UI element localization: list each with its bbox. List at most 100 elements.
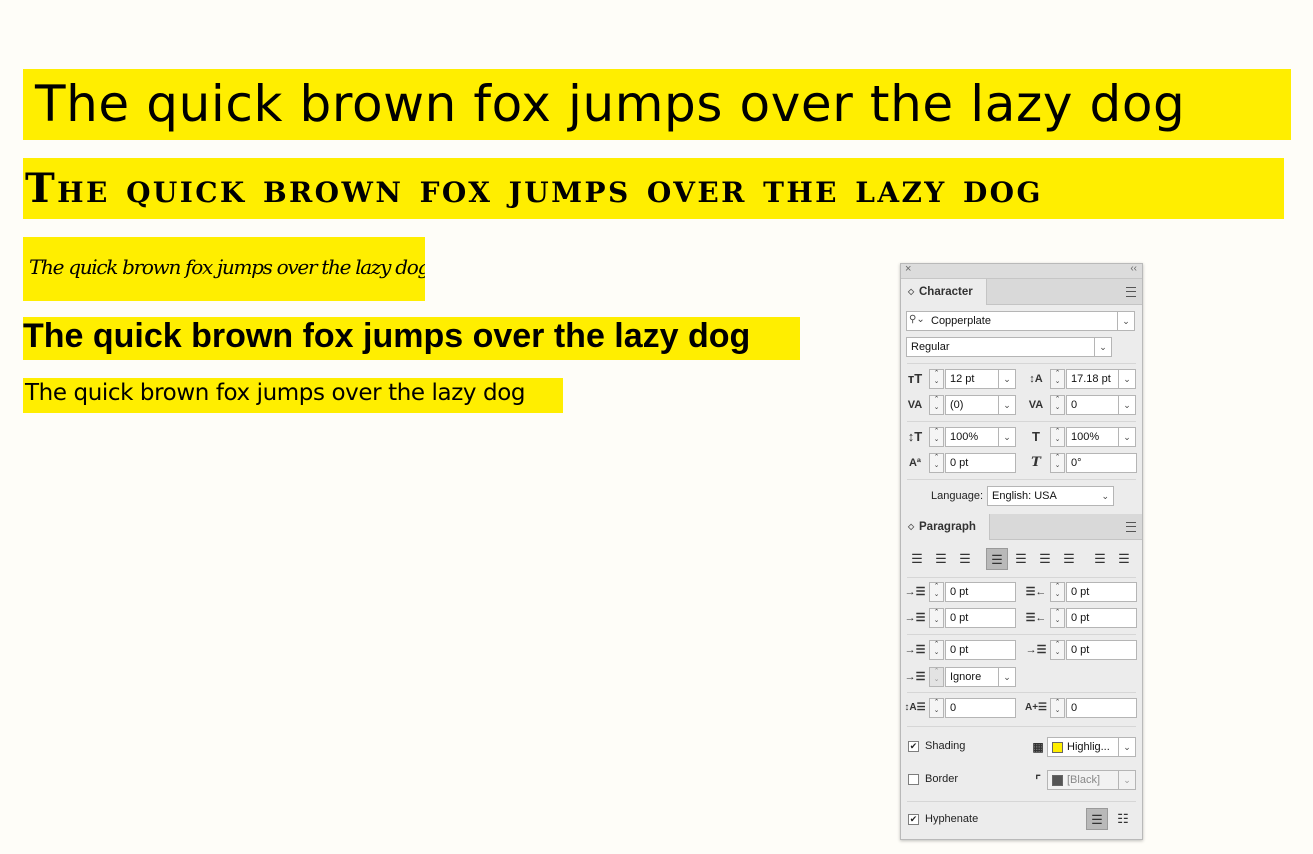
sample-text-4[interactable]: The quick brown fox jumps over the lazy … [23, 317, 800, 360]
border-style-icon[interactable]: ⌜ [1027, 771, 1049, 789]
font-size-field[interactable]: 12 pt [945, 369, 1000, 389]
font-size-icon: ᴛT [907, 371, 923, 386]
drop-cap-chars-icon: A+☰ [1025, 702, 1048, 713]
skew-icon: T [1031, 455, 1041, 470]
drop-cap-lines-stepper[interactable]: ⌃ ⌄ [929, 698, 944, 718]
baseline-shift-field[interactable]: 0 pt [945, 453, 1016, 473]
border-label: Border [925, 773, 959, 785]
font-family-field[interactable]: Copperplate [906, 311, 1118, 331]
space-after-stepper[interactable]: ⌃ ⌄ [1050, 640, 1065, 660]
panel-titlebar: × ‹‹ [901, 263, 1142, 279]
vertical-scale-field[interactable]: 100% [945, 427, 1000, 447]
character-paragraph-panel: × ‹‹ ◇ Character Copperplate ⚲⌄ ⌄ Regula… [900, 263, 1143, 840]
right-indent-icon: ☰← [1025, 586, 1047, 598]
kerning-stepper[interactable]: ⌃ ⌄ [929, 395, 944, 415]
hyphenate-checkbox[interactable]: ✔ [908, 814, 919, 825]
shading-color-swatch [1052, 742, 1063, 753]
border-color-value: [Black] [1067, 774, 1101, 786]
horizontal-scale-field[interactable]: 100% [1066, 427, 1121, 447]
sample-text-5[interactable]: The quick brown fox jumps over the lazy … [23, 378, 563, 413]
align-to-grid-dropdown[interactable]: ⌄ [998, 667, 1016, 687]
space-before-field[interactable]: 0 pt [945, 640, 1016, 660]
horizontal-scale-stepper[interactable]: ⌃ ⌄ [1050, 427, 1065, 447]
leading-dropdown[interactable]: ⌄ [1118, 369, 1136, 389]
shading-color-dropdown[interactable]: ⌄ [1118, 737, 1136, 757]
border-color-dropdown[interactable]: ⌄ [1118, 770, 1136, 790]
baseline-shift-stepper[interactable]: ⌃ ⌄ [929, 453, 944, 473]
right-indent-stepper[interactable]: ⌃ ⌄ [1050, 582, 1065, 602]
paragraph-composer-button[interactable]: ☷ [1112, 808, 1134, 830]
panel-menu-icon[interactable] [1126, 287, 1136, 297]
kerning-icon: VA [907, 399, 923, 411]
tab-toggle-icon: ◇ [908, 522, 915, 531]
tracking-field[interactable]: 0 [1066, 395, 1121, 415]
left-indent-icon: →☰ [904, 586, 926, 598]
drop-cap-chars-field[interactable]: 0 [1066, 698, 1137, 718]
font-style-field[interactable]: Regular [906, 337, 1095, 357]
font-size-dropdown[interactable]: ⌄ [998, 369, 1016, 389]
kerning-field[interactable]: (0) [945, 395, 1000, 415]
last-line-indent-stepper[interactable]: ⌃ ⌄ [1050, 608, 1065, 628]
space-before-stepper[interactable]: ⌃ ⌄ [929, 640, 944, 660]
align-left-button[interactable]: ☰ [906, 548, 928, 570]
leading-stepper[interactable]: ⌃ ⌄ [1050, 369, 1065, 389]
font-style-dropdown[interactable]: ⌄ [1094, 337, 1112, 357]
justify-right-button[interactable]: ☰ [1034, 548, 1056, 570]
border-color-swatch [1052, 775, 1063, 786]
sample-text-2[interactable]: The quick brown fox jumps over the lazy … [23, 158, 1284, 219]
align-to-grid-field[interactable]: Ignore [945, 667, 1000, 687]
font-size-stepper[interactable]: ⌃ ⌄ [929, 369, 944, 389]
align-center-button[interactable]: ☰ [930, 548, 952, 570]
left-indent-stepper[interactable]: ⌃ ⌄ [929, 582, 944, 602]
language-select[interactable]: English: USA ⌄ [987, 486, 1114, 506]
horizontal-scale-dropdown[interactable]: ⌄ [1118, 427, 1136, 447]
shading-checkbox[interactable]: ✔ [908, 741, 919, 752]
tracking-dropdown[interactable]: ⌄ [1118, 395, 1136, 415]
search-icon[interactable]: ⚲⌄ [909, 314, 925, 325]
last-line-indent-icon: ☰← [1025, 612, 1047, 624]
tab-character-label: Character [919, 286, 973, 298]
vertical-scale-stepper[interactable]: ⌃ ⌄ [929, 427, 944, 447]
leading-icon: ↕A [1029, 373, 1043, 385]
drop-cap-lines-field[interactable]: 0 [945, 698, 1016, 718]
align-to-grid-stepper[interactable]: ⌃ ⌄ [929, 667, 944, 687]
left-indent-field[interactable]: 0 pt [945, 582, 1016, 602]
tab-paragraph-label: Paragraph [919, 521, 976, 533]
justify-all-button[interactable]: ☰ [1058, 548, 1080, 570]
skew-stepper[interactable]: ⌃ ⌄ [1050, 453, 1065, 473]
right-indent-field[interactable]: 0 pt [1066, 582, 1137, 602]
space-after-field[interactable]: 0 pt [1066, 640, 1137, 660]
align-right-button[interactable]: ☰ [954, 548, 976, 570]
sample-text-1[interactable]: The quick brown fox jumps over the lazy … [23, 69, 1291, 140]
paragraph-tabrow: ◇ Paragraph [901, 514, 1142, 540]
justify-left-button[interactable]: ☰ [986, 548, 1008, 570]
space-after-icon: →☰ [1025, 644, 1047, 656]
shading-swatch-icon[interactable]: ▦ [1027, 738, 1049, 756]
last-line-indent-field[interactable]: 0 pt [1066, 608, 1137, 628]
tab-paragraph[interactable]: ◇ Paragraph [901, 514, 990, 540]
drop-cap-chars-stepper[interactable]: ⌃ ⌄ [1050, 698, 1065, 718]
panel-menu-icon[interactable] [1126, 522, 1136, 532]
kerning-dropdown[interactable]: ⌄ [998, 395, 1016, 415]
collapse-icon[interactable]: ‹‹ [1130, 263, 1137, 274]
horizontal-scale-icon: T [1032, 429, 1040, 444]
tab-character[interactable]: ◇ Character [901, 279, 987, 305]
sample-text-3[interactable]: The quick brown fox jumps over the lazy … [23, 237, 425, 301]
align-away-spine-button[interactable]: ☰ [1113, 548, 1135, 570]
skew-field[interactable]: 0° [1066, 453, 1137, 473]
chevron-down-icon: ⌄ [1101, 491, 1109, 501]
language-label: Language: [931, 490, 983, 502]
shading-color-value: Highlig... [1067, 741, 1110, 753]
justify-center-button[interactable]: ☰ [1010, 548, 1032, 570]
first-line-indent-stepper[interactable]: ⌃ ⌄ [929, 608, 944, 628]
align-towards-spine-button[interactable]: ☰ [1089, 548, 1111, 570]
leading-field[interactable]: 17.18 pt [1066, 369, 1121, 389]
close-icon[interactable]: × [905, 263, 911, 275]
first-line-indent-field[interactable]: 0 pt [945, 608, 1016, 628]
single-line-composer-button[interactable]: ☰ [1086, 808, 1108, 830]
hyphenate-label: Hyphenate [925, 813, 979, 825]
font-family-dropdown[interactable]: ⌄ [1117, 311, 1135, 331]
vertical-scale-dropdown[interactable]: ⌄ [998, 427, 1016, 447]
tracking-stepper[interactable]: ⌃ ⌄ [1050, 395, 1065, 415]
border-checkbox[interactable] [908, 774, 919, 785]
